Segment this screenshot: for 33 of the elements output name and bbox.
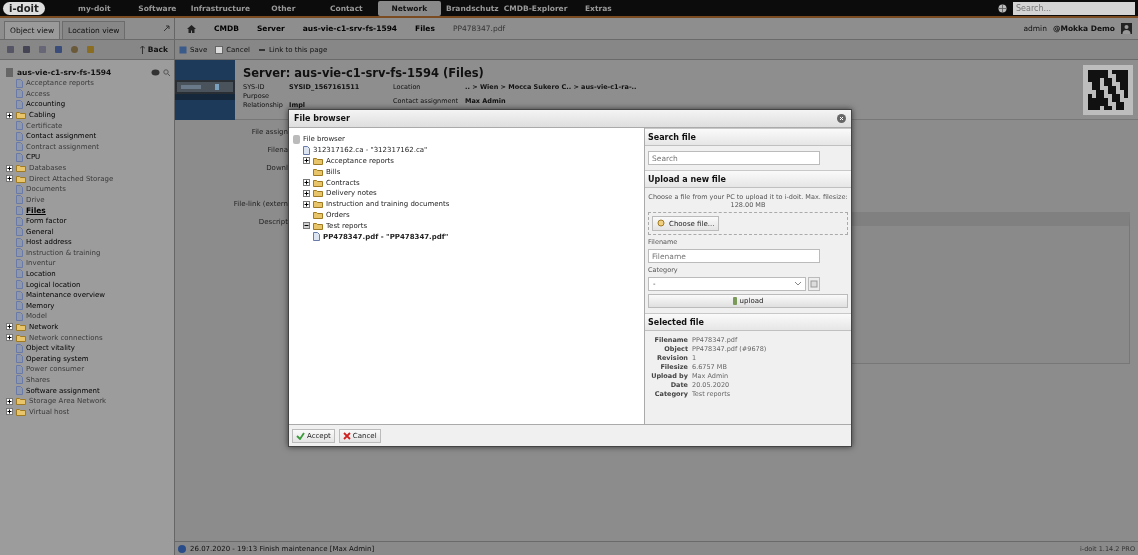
expand-icon[interactable]	[6, 323, 13, 331]
qr-code-icon	[1083, 65, 1133, 115]
expand-icon[interactable]	[6, 334, 13, 342]
dialog-title: File browser	[294, 114, 350, 123]
section-heading: Selected file	[645, 313, 851, 331]
expand-icon[interactable]	[303, 189, 310, 197]
file-icon	[313, 232, 320, 242]
user-icon[interactable]	[1121, 23, 1132, 34]
section-heading: Search file	[645, 128, 851, 146]
arrow-up-icon	[139, 45, 145, 54]
check-icon	[296, 431, 305, 440]
collapse-icon[interactable]	[303, 222, 310, 230]
expand-icon[interactable]	[303, 200, 310, 208]
page-icon	[215, 45, 224, 54]
caret-icon	[795, 282, 801, 286]
search-icon[interactable]	[163, 68, 170, 76]
folder-icon	[16, 111, 26, 120]
home-icon[interactable]	[187, 24, 196, 33]
expand-icon[interactable]	[6, 408, 13, 416]
expand-icon[interactable]	[6, 111, 13, 119]
close-icon[interactable]	[837, 114, 846, 123]
expand-icon[interactable]	[6, 397, 13, 405]
expand-icon[interactable]	[6, 175, 13, 183]
expand-icon[interactable]	[303, 157, 310, 165]
page-title: Server: aus-vie-c1-srv-fs-1594 (Files)	[243, 66, 485, 80]
info-icon	[178, 544, 186, 553]
section-heading: Upload a new file	[645, 170, 851, 188]
expand-icon[interactable]	[303, 179, 310, 187]
search-field[interactable]: Search...	[1013, 1, 1135, 15]
cross-icon	[342, 431, 351, 440]
logo: i-doit	[3, 1, 45, 15]
expand-icon[interactable]	[6, 164, 13, 172]
file-icon	[303, 145, 310, 155]
